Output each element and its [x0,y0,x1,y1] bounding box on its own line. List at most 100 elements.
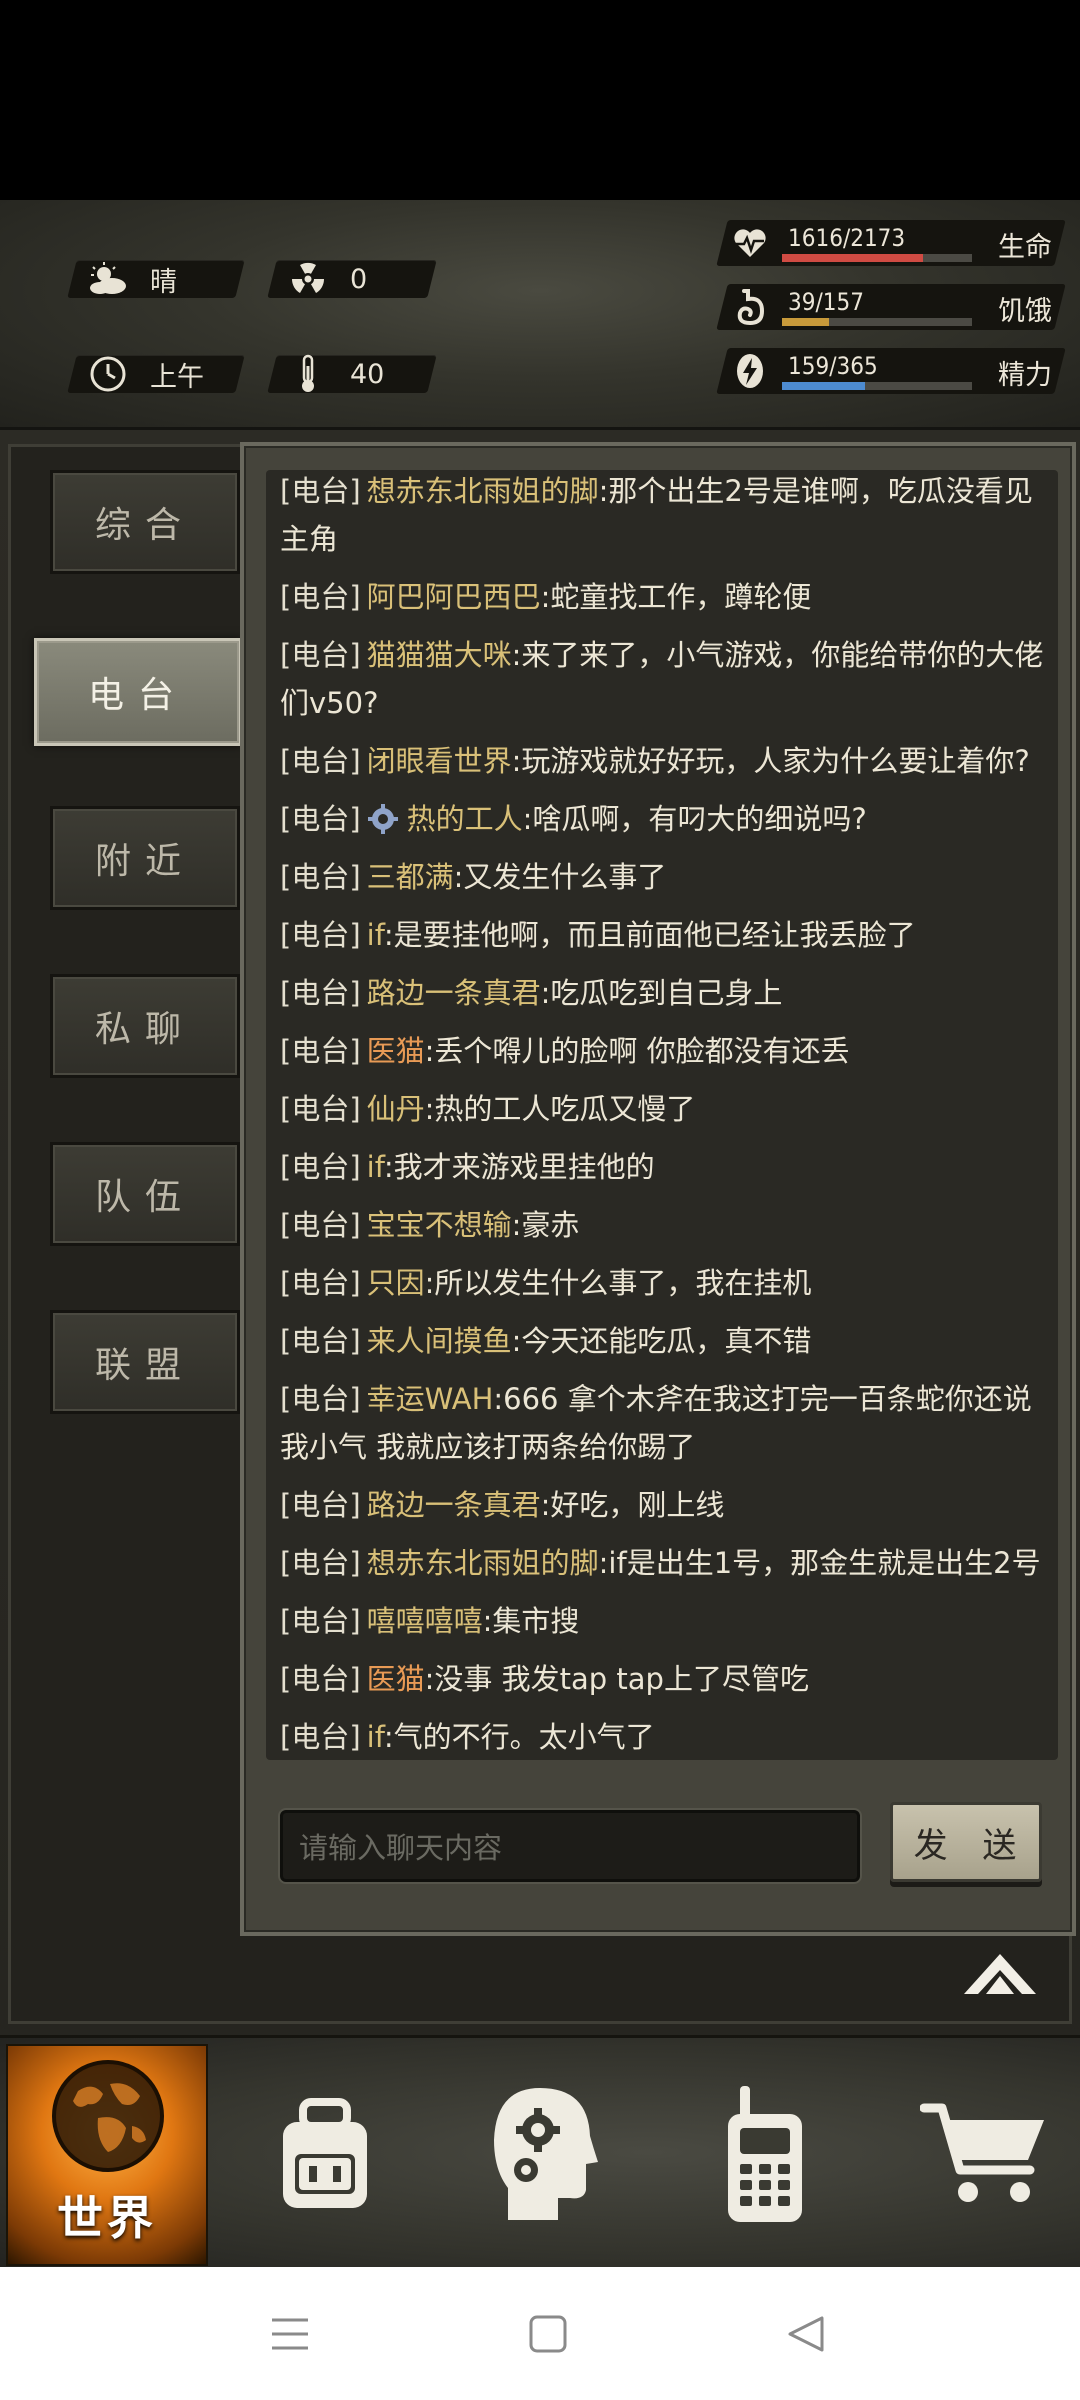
chat-nickname[interactable]: if [367,918,384,952]
chat-nickname[interactable]: 来人间摸鱼 [367,1324,512,1358]
health-value: 1616/2173 [788,224,906,252]
chat-message: [电台] 医猫:没事 我发tap tap上了尽管吃 [280,1650,1050,1708]
system-back-button[interactable] [746,2267,866,2400]
thermometer-icon [286,352,330,396]
send-button[interactable]: 发 送 [890,1802,1042,1882]
tab-nearby[interactable]: 附近 [50,806,240,910]
vital-health: 1616/2173 生命 [716,220,1066,266]
chat-message: [电台] 仙丹:热的工人吃瓜又慢了 [280,1080,1050,1138]
chat-text: :今天还能吃瓜，真不错 [511,1324,812,1358]
weather-text: 晴 [150,266,177,298]
chat-nickname[interactable]: 只因 [367,1266,425,1300]
tab-radio[interactable]: 电台 [34,638,242,746]
chat-nickname[interactable]: 医猫 [367,1662,425,1696]
menu-icon [272,2318,308,2349]
chat-text: :好吃，刚上线 [540,1488,725,1522]
chat-message-list[interactable]: [电台] 想赤东北雨姐的脚:那个出生2号是谁啊，吃瓜没看见主角 [电台] 阿巴阿巴西巴… [266,470,1058,1760]
chat-text: :热的工人吃瓜又慢了 [424,1092,696,1126]
chat-message: [电台] 闭眼看世界:玩游戏就好好玩，人家为什么要让着你? [280,732,1050,790]
temperature-value: 40 [350,358,385,390]
channel-tag: [电台] [280,1382,361,1416]
health-label: 生命 [998,232,1052,263]
collapse-up-button[interactable] [962,1950,1038,2000]
radiation-icon [286,257,330,301]
heart-pulse-icon [730,223,770,263]
channel-tag: [电台] [280,1720,361,1754]
nav-backpack-button[interactable] [250,2038,400,2270]
bottom-nav: 世界 [0,2035,1080,2267]
chat-nickname[interactable]: 医猫 [367,1034,425,1068]
chat-nickname[interactable]: 幸运WAH [367,1382,494,1416]
chat-nickname[interactable]: 闭眼看世界 [367,744,512,778]
chat-message: [电台] 嘻嘻嘻嘻:集市搜 [280,1592,1050,1650]
chat-message: [电台] 三都满:又发生什么事了 [280,848,1050,906]
nav-radio-button[interactable] [690,2038,840,2270]
time-of-day-text: 上午 [150,361,204,393]
chat-text: :气的不行。太小气了 [383,1720,655,1754]
chat-nickname[interactable]: if [367,1150,384,1184]
walkie-talkie-icon [728,2086,802,2222]
tab-private[interactable]: 私聊 [50,974,240,1078]
chat-text: :蛇童找工作，蹲轮便 [540,580,812,614]
chat-message: [电台] if:是要挂他啊，而且前面他已经让我丢脸了 [280,906,1050,964]
chat-nickname[interactable]: 猫猫猫大咪 [367,638,512,672]
chat-nickname[interactable]: 阿巴阿巴西巴 [367,580,541,614]
chevron-up-icon [964,1954,1036,1994]
vital-energy: 159/365 精力 [716,348,1066,394]
nav-skills-button[interactable] [470,2038,620,2270]
channel-tag: [电台] [280,638,361,672]
channel-tag: [电台] [280,474,361,508]
chat-message: [电台] 阿巴阿巴西巴:蛇童找工作，蹲轮便 [280,568,1050,626]
nav-world-button[interactable]: 世界 [6,2044,208,2266]
system-navigation-bar [0,2267,1080,2400]
chat-text: :是要挂他啊，而且前面他已经让我丢脸了 [383,918,916,952]
chat-message: [电台] 只因:所以发生什么事了，我在挂机 [280,1254,1050,1312]
chat-message: [电台] 幸运WAH:666 拿个木斧在我这打完一百条蛇你还说我小气 我就应该打两… [280,1370,1050,1476]
gear-badge-icon [367,804,398,834]
channel-tag: [电台] [280,860,361,894]
channel-tag: [电台] [280,1546,361,1580]
chat-nickname[interactable]: 想赤东北雨姐的脚 [367,1546,599,1580]
chat-nickname[interactable]: 宝宝不想输 [367,1208,512,1242]
nav-shop-button[interactable] [900,2038,1070,2270]
energy-value: 159/365 [788,352,878,380]
chat-text: :所以发生什么事了，我在挂机 [424,1266,812,1300]
tab-general[interactable]: 综合 [50,470,240,574]
channel-tag: [电台] [280,802,361,836]
chat-message: [电台] 想赤东北雨姐的脚:那个出生2号是谁啊，吃瓜没看见主角 [280,470,1050,568]
system-menu-button[interactable] [230,2267,350,2400]
chat-message: [电台] if:气的不行。太小气了 [280,1708,1050,1760]
hunger-label: 饥饿 [998,296,1052,327]
chat-message: [电台] 宝宝不想输:豪赤 [280,1196,1050,1254]
chat-nickname[interactable]: 仙丹 [367,1092,425,1126]
tab-team[interactable]: 队伍 [50,1142,240,1246]
chat-nickname[interactable]: 热的工人 [407,802,523,836]
chat-text: :我才来游戏里挂他的 [383,1150,655,1184]
channel-tag: [电台] [280,1208,361,1242]
chat-nickname[interactable]: 嘻嘻嘻嘻 [367,1604,483,1638]
chat-nickname[interactable]: 路边一条真君 [367,976,541,1010]
time-pill: 上午 [67,352,245,396]
chat-nickname[interactable]: 路边一条真君 [367,1488,541,1522]
chat-nickname[interactable]: 想赤东北雨姐的脚 [367,474,599,508]
tab-alliance[interactable]: 联盟 [50,1310,240,1414]
channel-tag: [电台] [280,1034,361,1068]
globe-icon [52,2060,164,2172]
clock-icon [86,352,130,396]
energy-label: 精力 [998,360,1052,391]
status-hud: 晴 0 上午 40 1616/2173 生命 39/157 饥饿 159/365… [0,200,1080,603]
nav-world-label: 世界 [57,2191,157,2245]
channel-tag: [电台] [280,918,361,952]
chat-message: [电台] 热的工人:啥瓜啊，有叼大的细说吗? [280,790,1050,848]
partly-cloudy-icon [86,257,130,301]
channel-tag: [电台] [280,1488,361,1522]
chat-text: :豪赤 [511,1208,580,1242]
chat-message: [电台] 猫猫猫大咪:来了来了，小气游戏，你能给带你的大佬们v50? [280,626,1050,732]
chat-nickname[interactable]: 三都满 [367,860,454,894]
chat-input[interactable]: 请输入聊天内容 [280,1810,860,1882]
channel-tag: [电台] [280,976,361,1010]
chat-nickname[interactable]: if [367,1720,384,1754]
system-home-button[interactable] [488,2267,608,2400]
chat-text: :集市搜 [482,1604,580,1638]
temperature-pill: 40 [267,352,437,396]
